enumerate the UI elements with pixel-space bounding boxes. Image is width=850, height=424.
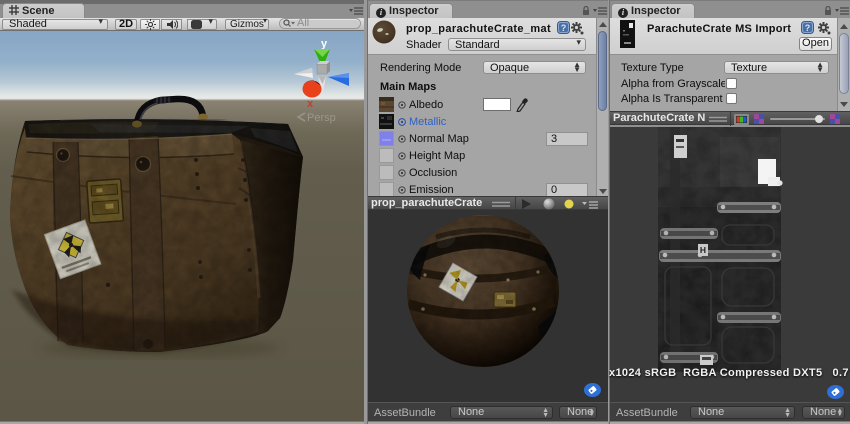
svg-text:?: ? bbox=[805, 23, 811, 33]
svg-text:y: y bbox=[321, 38, 328, 50]
svg-text:x: x bbox=[307, 98, 314, 109]
svg-text:H: H bbox=[700, 245, 706, 255]
svg-text:?: ? bbox=[561, 23, 567, 33]
